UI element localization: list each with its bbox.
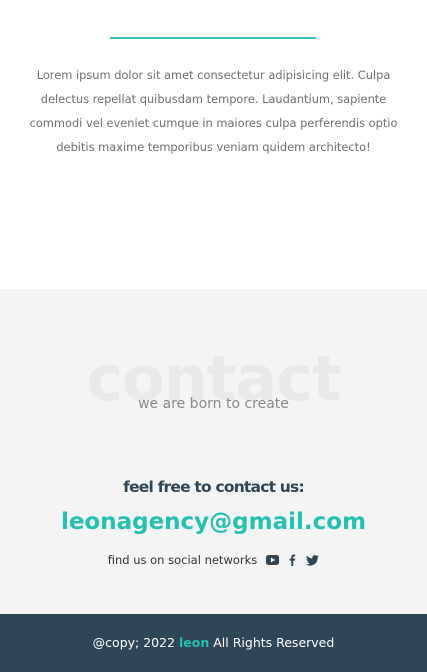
- about-paragraph: Lorem ipsum dolor sit amet consectetur a…: [29, 68, 398, 154]
- twitter-icon[interactable]: [305, 553, 319, 567]
- social-links: find us on social networks: [0, 553, 427, 567]
- contact-tagline: we are born to create: [138, 396, 289, 412]
- contact-section: contact we are born to create feel free …: [0, 289, 427, 614]
- facebook-icon[interactable]: [285, 553, 299, 567]
- contact-heading: feel free to contact us:: [123, 478, 305, 496]
- brand-name[interactable]: leon: [179, 635, 209, 650]
- accent-divider: [110, 37, 316, 39]
- copyright-text: @copy; 2022 leon All Rights Reserved: [0, 635, 427, 650]
- footer: @copy; 2022 leon All Rights Reserved: [0, 614, 427, 672]
- youtube-icon[interactable]: [265, 553, 279, 567]
- about-section: Lorem ipsum dolor sit amet consectetur a…: [0, 0, 427, 289]
- copyright-prefix: @copy; 2022: [92, 635, 176, 650]
- copyright-suffix: All Rights Reserved: [213, 635, 335, 650]
- email-link[interactable]: leonagency@gmail.com: [0, 509, 427, 535]
- social-label: find us on social networks: [107, 553, 258, 567]
